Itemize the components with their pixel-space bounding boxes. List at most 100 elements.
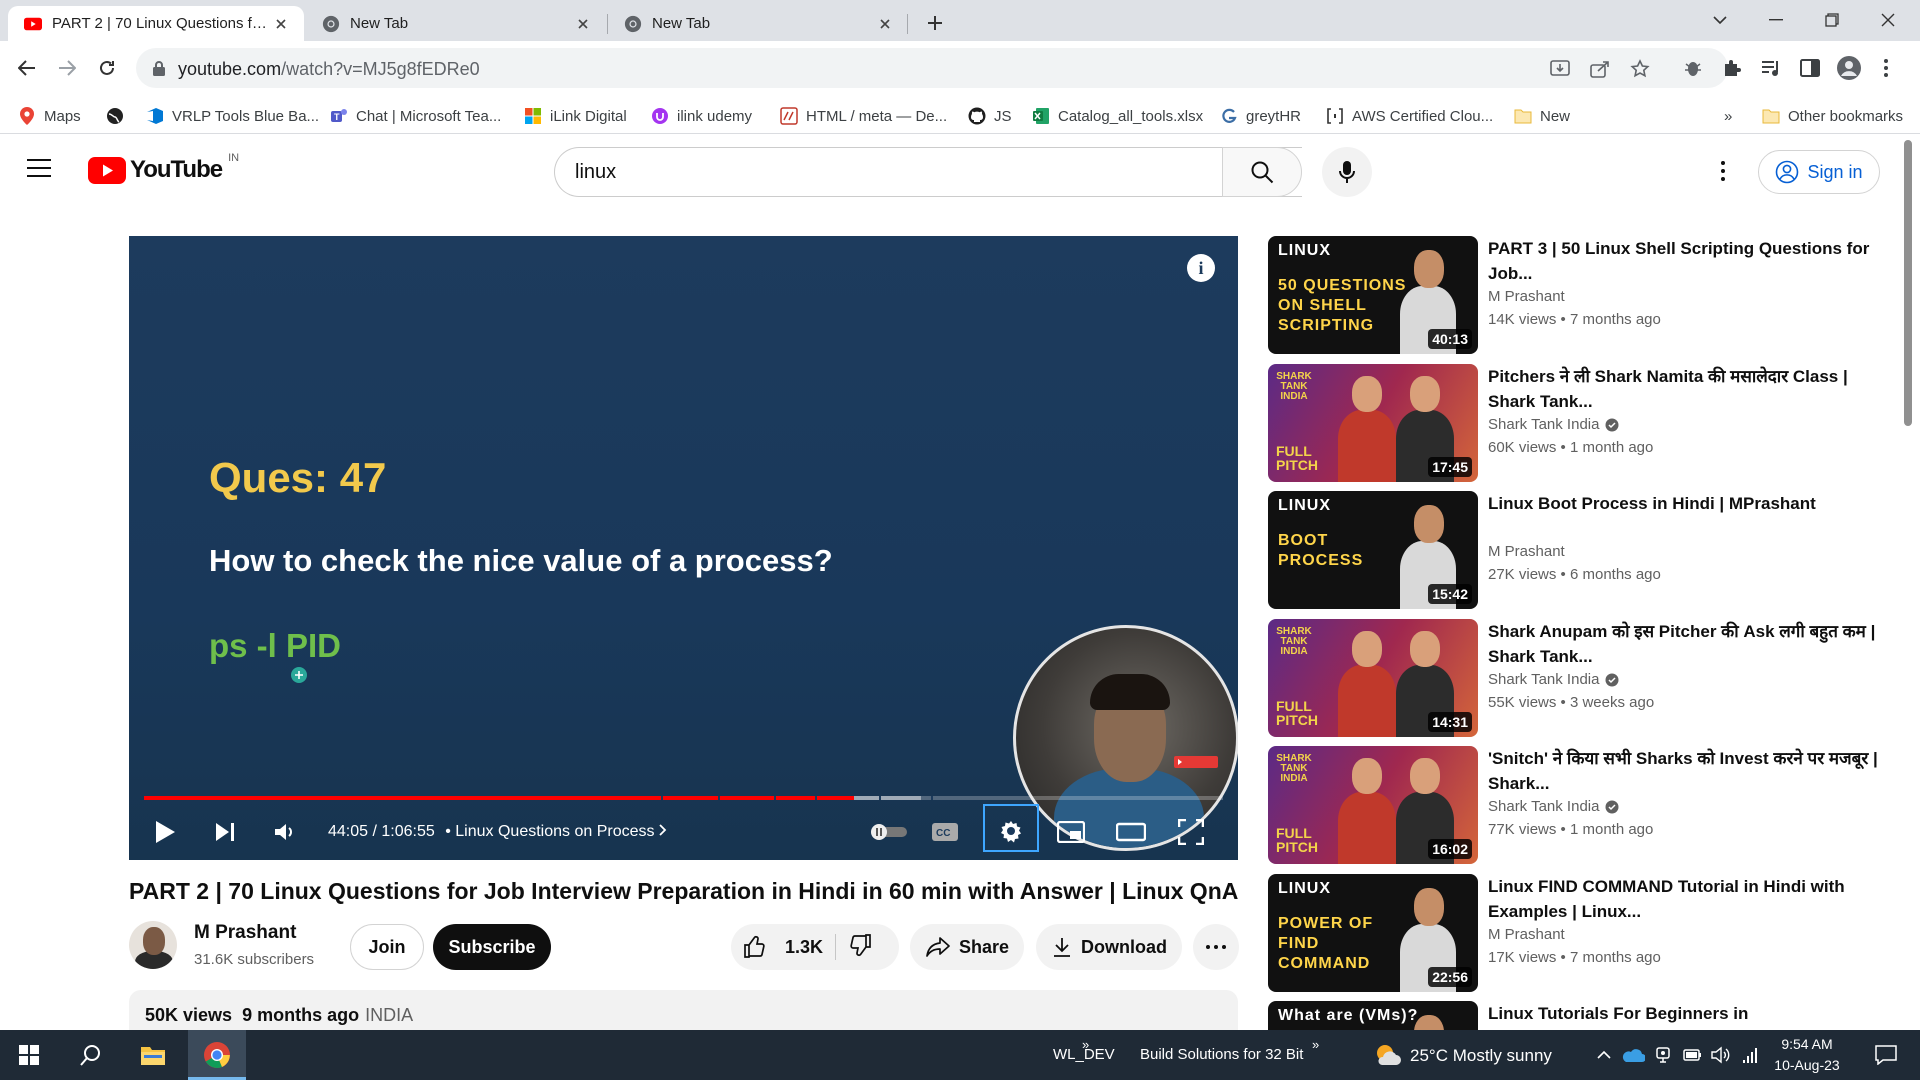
progress-bar[interactable] — [144, 796, 1223, 800]
recommendation-item[interactable]: LINUX 50 QUESTIONS ON SHELL SCRIPTING 40:1… — [1268, 236, 1898, 354]
video-thumbnail[interactable]: LINUX POWER OF FIND COMMAND 22:56 — [1268, 874, 1478, 992]
voice-search-button[interactable] — [1322, 147, 1372, 197]
toolbar-expand-icon[interactable]: » — [1312, 1037, 1319, 1052]
channel-avatar[interactable] — [129, 921, 177, 969]
bookmark-js[interactable]: JS — [968, 105, 1012, 127]
build-solutions-toolbar[interactable]: Build Solutions for 32 Bit — [1140, 1046, 1303, 1063]
recommendation-title[interactable]: Shark Anupam को इस Pitcher की Ask लगी बह… — [1488, 619, 1888, 669]
fullscreen-button[interactable] — [1171, 812, 1211, 852]
restore-button[interactable] — [1808, 4, 1856, 36]
taskbar-search-button[interactable] — [64, 1030, 118, 1080]
recommendation-channel[interactable]: M Prashant — [1488, 543, 1565, 560]
subscribe-button[interactable]: Subscribe — [433, 924, 551, 970]
video-player[interactable]: Ques: 47 How to check the nice value of … — [129, 236, 1238, 860]
file-explorer-button[interactable] — [126, 1030, 180, 1080]
video-thumbnail[interactable]: SHARK TANK INDIA FULL PITCH 16:02 — [1268, 746, 1478, 864]
bookmark-globe[interactable] — [106, 105, 132, 127]
recommendation-title[interactable]: 'Snitch' ने किया सभी Sharks को Invest कर… — [1488, 746, 1888, 796]
bookmark-folder-new[interactable]: New — [1514, 105, 1570, 127]
chrome-taskbar-button[interactable] — [188, 1030, 246, 1080]
bookmark-maps[interactable]: Maps — [18, 105, 81, 127]
bookmark-teams[interactable]: T Chat | Microsoft Tea... — [330, 105, 501, 127]
tab-youtube-video[interactable]: PART 2 | 70 Linux Questions for Job — [8, 6, 304, 41]
side-panel-icon[interactable] — [1795, 53, 1825, 83]
tab-new-tab-1[interactable]: New Tab — [306, 6, 606, 41]
close-tab-icon[interactable] — [874, 13, 896, 35]
dislike-button[interactable] — [848, 933, 880, 962]
video-thumbnail[interactable]: LINUX 50 QUESTIONS ON SHELL SCRIPTING 40:1… — [1268, 236, 1478, 354]
url-text[interactable]: youtube.com/watch?v=MJ5g8fEDRe0 — [178, 59, 480, 80]
bookmark-greythr[interactable]: greytHR — [1220, 105, 1301, 127]
address-bar[interactable]: youtube.com/watch?v=MJ5g8fEDRe0 — [136, 48, 1728, 88]
tab-new-tab-2[interactable]: New Tab — [608, 6, 908, 41]
recommendation-title[interactable]: Pitchers ने ली Shark Namita की मसालेदार … — [1488, 364, 1888, 414]
info-card-button[interactable]: i — [1187, 254, 1215, 282]
tab-search-button[interactable] — [1696, 4, 1744, 36]
video-thumbnail[interactable]: SHARK TANK INDIA FULL PITCH 14:31 — [1268, 619, 1478, 737]
close-window-button[interactable] — [1864, 4, 1912, 36]
bookmark-html-meta[interactable]: HTML / meta — De... — [780, 105, 947, 127]
bookmark-aws[interactable]: AWS Certified Clou... — [1326, 105, 1493, 127]
system-clock[interactable]: 9:54 AM 10-Aug-23 — [1762, 1034, 1852, 1076]
bookmark-catalog-xlsx[interactable]: Catalog_all_tools.xlsx — [1032, 105, 1203, 127]
webcam-tray-icon[interactable] — [1650, 1030, 1676, 1080]
profile-avatar-icon[interactable] — [1834, 53, 1864, 83]
recommendation-title[interactable]: PART 3 | 50 Linux Shell Scripting Questi… — [1488, 236, 1888, 286]
search-input[interactable]: linux — [554, 147, 1302, 197]
forward-button[interactable] — [50, 51, 84, 85]
recommendation-title[interactable]: Linux Tutorials For Beginners in — [1488, 1001, 1888, 1030]
weather-text[interactable]: 25°C Mostly sunny — [1410, 1046, 1552, 1066]
share-button[interactable]: Share — [910, 924, 1024, 970]
close-tab-icon[interactable] — [270, 13, 292, 35]
extensions-puzzle-icon[interactable] — [1717, 53, 1747, 83]
recommendation-item[interactable]: SHARK TANK INDIA FULL PITCH 16:02 'Snitch' ने … — [1268, 746, 1898, 864]
recommendation-item[interactable]: What are (VMs)? Linux Tutorials For Begin… — [1268, 1001, 1898, 1030]
mute-button[interactable] — [265, 812, 305, 852]
back-button[interactable] — [10, 51, 44, 85]
more-actions-button[interactable] — [1193, 924, 1239, 970]
video-thumbnail[interactable]: LINUX BOOT PROCESS 15:42 — [1268, 491, 1478, 609]
recommendation-item[interactable]: LINUX POWER OF FIND COMMAND 22:56 Linux FIN… — [1268, 874, 1898, 992]
battery-icon[interactable] — [1680, 1030, 1706, 1080]
recommendation-item[interactable]: SHARK TANK INDIA FULL PITCH 14:31 Shark Anupam… — [1268, 619, 1898, 737]
video-thumbnail[interactable]: What are (VMs)? — [1268, 1001, 1478, 1030]
recommendation-channel[interactable]: Shark Tank India — [1488, 416, 1619, 433]
lock-icon[interactable] — [152, 60, 166, 76]
media-control-icon[interactable] — [1756, 53, 1786, 83]
recommendation-item[interactable]: SHARK TANK INDIA FULL PITCH 17:45 Pitchers ने … — [1268, 364, 1898, 482]
wl-dev-toolbar[interactable]: WL_DEV — [1053, 1046, 1115, 1063]
close-tab-icon[interactable] — [572, 13, 594, 35]
recommendation-title[interactable]: Linux Boot Process in Hindi | MPrashant — [1488, 491, 1888, 541]
video-thumbnail[interactable]: SHARK TANK INDIA FULL PITCH 17:45 — [1268, 364, 1478, 482]
bookmark-ilink-udemy[interactable]: ilink udemy — [651, 105, 752, 127]
autoplay-toggle[interactable] — [865, 812, 913, 852]
volume-tray-icon[interactable] — [1708, 1030, 1734, 1080]
notifications-button[interactable] — [1866, 1030, 1906, 1080]
chapter-title-button[interactable]: • Linux Questions on Process — [445, 823, 667, 840]
theater-mode-button[interactable] — [1111, 812, 1151, 852]
subtitles-button[interactable]: CC — [925, 812, 965, 852]
recommendation-channel[interactable]: Shark Tank India — [1488, 671, 1619, 688]
share-page-icon[interactable] — [1588, 57, 1612, 81]
recommendation-channel[interactable]: M Prashant — [1488, 288, 1565, 305]
recommendation-item[interactable]: LINUX BOOT PROCESS 15:42 Linux Boot Process… — [1268, 491, 1898, 609]
chrome-menu-icon[interactable] — [1876, 53, 1896, 83]
extension-bug-icon[interactable] — [1678, 53, 1708, 83]
bookmarks-overflow[interactable]: » — [1724, 105, 1732, 127]
sign-in-button[interactable]: Sign in — [1758, 150, 1880, 194]
join-button[interactable]: Join — [350, 924, 424, 970]
new-tab-button[interactable] — [920, 8, 950, 38]
play-button[interactable] — [145, 812, 185, 852]
next-video-button[interactable] — [205, 812, 245, 852]
bookmark-vrlp-tools[interactable]: VRLP Tools Blue Ba... — [146, 105, 319, 127]
like-button[interactable]: 1.3K — [743, 935, 823, 959]
channel-name[interactable]: M Prashant — [194, 922, 296, 944]
onedrive-icon[interactable] — [1620, 1030, 1646, 1080]
youtube-logo[interactable]: YouTube IN — [88, 152, 239, 184]
bookmark-ilink-digital[interactable]: iLink Digital — [524, 105, 627, 127]
bookmark-star-icon[interactable] — [1628, 57, 1652, 81]
minimize-button[interactable] — [1752, 4, 1800, 36]
download-button[interactable]: Download — [1036, 924, 1182, 970]
show-hidden-icons-icon[interactable] — [1592, 1030, 1616, 1080]
recommendation-channel[interactable]: Shark Tank India — [1488, 798, 1619, 815]
